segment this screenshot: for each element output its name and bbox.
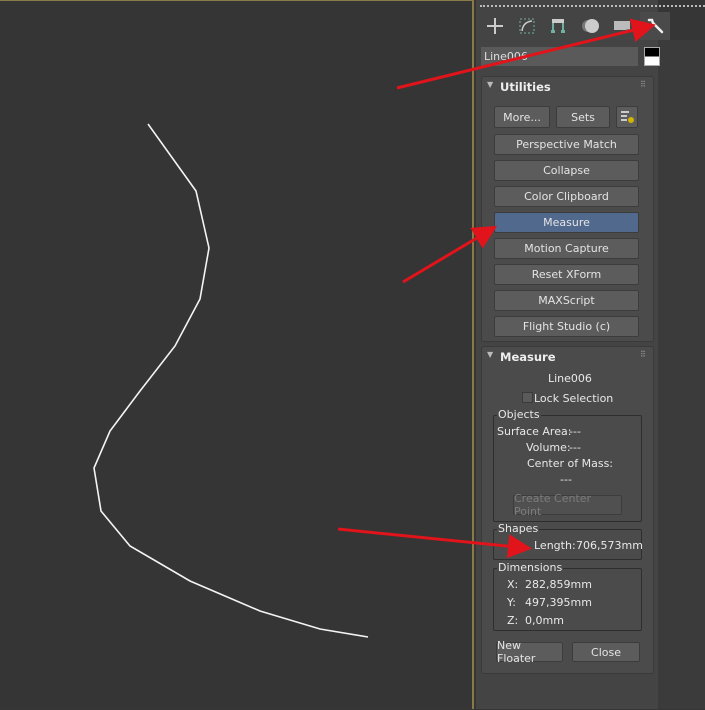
annotation-arrows bbox=[337, 18, 656, 559]
arrow-to-measure-button bbox=[402, 225, 498, 284]
arrow-to-utilities-tab bbox=[396, 18, 656, 90]
arrow-to-length-value bbox=[337, 527, 532, 559]
